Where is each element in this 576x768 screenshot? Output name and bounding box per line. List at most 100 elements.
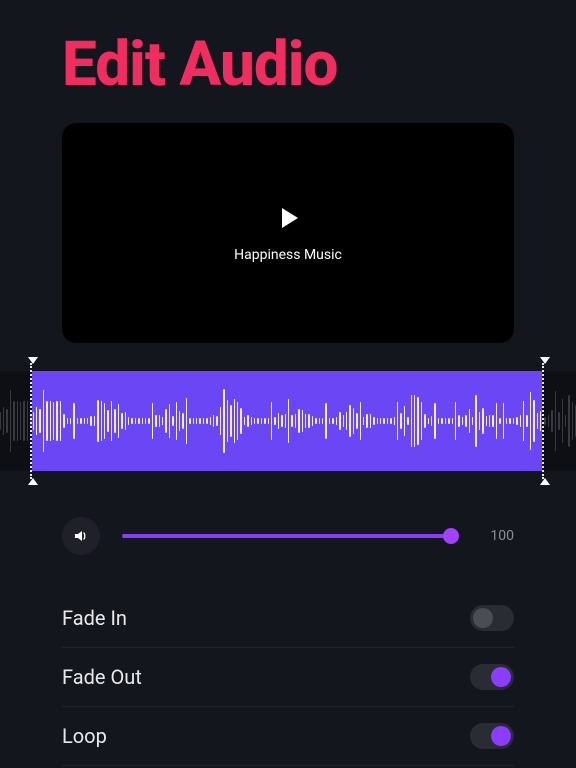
waveform-bar [213,415,214,426]
waveform-bar [206,418,207,424]
waveform-bar [261,418,262,424]
volume-icon [73,528,89,544]
volume-button[interactable] [62,517,100,555]
waveform-bar [455,402,456,440]
waveform-bar [179,411,180,431]
waveform-bar [325,403,326,439]
waveform-bar [237,402,238,441]
waveform-region[interactable] [0,371,576,471]
track-title: Happiness Music [234,247,342,263]
waveform-bar [530,392,531,450]
waveform-bar [428,418,429,424]
waveform-bar [434,403,435,439]
waveform-bar [336,417,337,426]
waveform-bar [390,418,391,424]
waveform-bar [186,398,187,444]
waveform-bar [196,418,197,424]
waveform-bar [448,418,449,424]
waveform-bar [343,415,344,427]
waveform-bar [489,415,490,427]
waveform-bar [10,390,11,452]
waveform-bar [417,397,418,445]
player-card: Happiness Music [62,123,514,343]
waveform-bar [479,412,480,430]
waveform-bar [172,416,173,427]
waveform-bar [332,418,333,425]
waveform-bar [43,390,44,452]
options-list: Fade InFade OutLoop [62,589,514,766]
waveform-bar [210,417,211,424]
waveform-bar [39,409,40,434]
waveform-bar [486,416,487,427]
waveform-bar [203,418,204,424]
waveform-bar [36,407,37,435]
waveform-bar [33,412,34,429]
trim-handle-left[interactable] [30,363,32,479]
waveform-bar [308,414,309,429]
play-button[interactable] [273,203,303,233]
waveform-bar [465,415,466,427]
waveform-bar [101,401,102,441]
waveform-bar [165,409,166,432]
trim-handle-right[interactable] [542,363,544,479]
volume-thumb[interactable] [443,528,459,544]
waveform-bar [509,418,510,424]
waveform-bar [63,414,64,428]
waveform-bar [346,412,347,430]
waveform-bar [138,418,139,424]
waveform-bar [60,401,61,441]
waveform-bar [6,409,7,434]
waveform-bar [87,418,88,425]
waveform-bar [247,415,248,427]
waveform-bar [271,402,272,439]
waveform-bar [397,402,398,440]
waveform-bar [53,402,54,440]
waveform-bar [349,405,350,438]
waveform-bar [264,418,265,424]
waveform-bar [274,417,275,425]
waveform-bar [104,403,105,438]
waveform-bar [199,418,200,424]
waveform-bar [315,418,316,424]
waveform-bar [503,403,504,439]
waveform-bar [70,418,71,424]
volume-slider[interactable] [122,534,452,538]
waveform-bar [114,409,115,433]
volume-value: 100 [474,528,514,544]
waveform-bar [227,400,228,441]
waveform-bar [169,404,170,439]
waveform-bar [441,418,442,424]
waveform-bar [230,405,231,436]
option-row-loop: Loop [62,706,514,766]
waveform-bar [513,418,514,424]
waveform-bar [234,399,235,444]
waveform-bar [17,401,18,442]
toggle-fade-out[interactable] [470,664,514,690]
waveform-bar [492,415,493,427]
waveform-bar [305,414,306,428]
waveform-bar [424,414,425,428]
waveform-bar [94,416,95,426]
waveform-bar [50,401,51,442]
toggle-loop[interactable] [470,723,514,749]
waveform-bar [193,418,194,425]
waveform-bar [189,418,190,425]
waveform-bar [469,409,470,433]
waveform-bar [107,410,108,431]
waveform-bar [363,417,364,425]
waveform-bar [220,407,221,436]
waveform-bar [572,402,573,441]
waveform-bar [302,410,303,432]
waveform-bar [462,417,463,424]
waveform-bar [80,418,81,424]
waveform-bar [73,403,74,439]
waveform-bar [128,417,129,425]
waveform-bar [3,407,4,435]
waveform-bar [159,415,160,428]
waveform-bar [394,417,395,425]
waveform-bar [295,414,296,428]
toggle-fade-in[interactable] [470,605,514,631]
waveform-bar [339,412,340,430]
waveform-bar [516,417,517,424]
waveform-bar [523,401,524,440]
